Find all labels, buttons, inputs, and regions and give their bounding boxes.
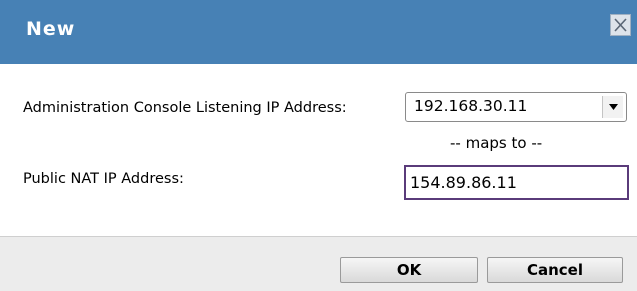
dialog-footer: OK Cancel — [0, 236, 637, 291]
ok-button[interactable]: OK — [340, 257, 478, 283]
close-icon — [614, 18, 627, 32]
public-nat-ip-label: Public NAT IP Address: — [23, 171, 184, 187]
close-button[interactable] — [610, 14, 631, 36]
dropdown-arrow-button[interactable] — [602, 96, 623, 118]
dialog-titlebar: New — [0, 0, 637, 64]
admin-ip-select[interactable]: 192.168.30.11 — [405, 92, 627, 122]
new-dialog: New Administration Console Listening IP … — [0, 0, 637, 291]
admin-ip-select-value: 192.168.30.11 — [414, 97, 528, 115]
maps-to-text: -- maps to -- — [450, 134, 543, 152]
public-nat-ip-input[interactable] — [404, 165, 629, 200]
dialog-title: New — [26, 18, 76, 40]
chevron-down-icon — [608, 104, 618, 110]
cancel-button[interactable]: Cancel — [487, 257, 623, 283]
admin-ip-label: Administration Console Listening IP Addr… — [23, 100, 347, 116]
